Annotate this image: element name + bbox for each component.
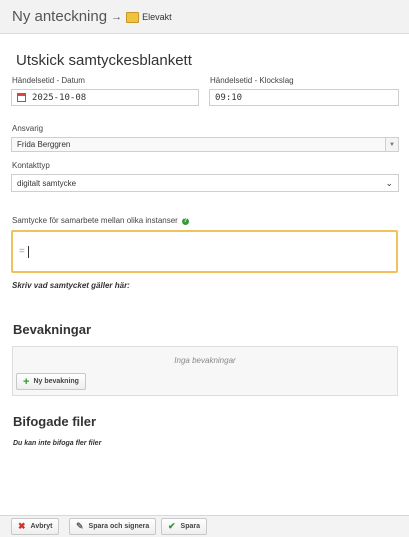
breadcrumb-arrow: → — [111, 10, 123, 23]
consent-text-value: = — [19, 246, 25, 257]
checkmark-icon: ✔ — [168, 521, 176, 531]
close-icon: ✖ — [18, 521, 26, 531]
calendar-icon[interactable] — [17, 93, 26, 102]
cancel-label: Avbryt — [30, 523, 53, 530]
save-label: Spara — [180, 523, 201, 530]
save-and-sign-button[interactable]: ✎ Spara och signera — [69, 518, 157, 535]
watches-empty-text: Inga bevakningar — [174, 356, 236, 365]
breadcrumb-elevakt[interactable]: Elevakt — [142, 12, 172, 22]
save-and-sign-label: Spara och signera — [88, 523, 150, 530]
help-icon[interactable]: ? — [181, 218, 189, 225]
date-field[interactable]: 2025-10-08 — [11, 89, 199, 106]
time-label: Händelsetid - Klockslag — [210, 76, 294, 85]
consent-label-text: Samtycke för samarbete mellan olika inst… — [12, 216, 178, 225]
responsible-select[interactable]: Frida Berggren ▼ — [11, 137, 399, 152]
attachments-note: Du kan inte bifoga fler filer — [13, 440, 102, 447]
watches-heading: Bevakningar — [13, 322, 92, 337]
text-caret — [27, 245, 29, 258]
dialog-title: Ny anteckning — [12, 8, 108, 25]
responsible-value: Frida Berggren — [17, 140, 71, 149]
plus-icon: + — [23, 375, 30, 388]
consent-hint: Skriv vad samtycket gäller här: — [12, 281, 130, 290]
cancel-button[interactable]: ✖ Avbryt — [11, 518, 60, 535]
chevron-down-icon[interactable]: ⌄ — [385, 178, 393, 189]
pencil-icon: ✎ — [76, 521, 84, 531]
time-value: 09:10 — [215, 92, 243, 103]
new-watch-button[interactable]: + Ny bevakning — [16, 373, 86, 390]
contact-type-label: Kontakttyp — [12, 161, 50, 170]
form-section-title: Utskick samtyckesblankett — [16, 52, 192, 69]
consent-textarea[interactable]: = — [11, 230, 398, 273]
dialog-titlebar: Ny anteckning → Elevakt — [0, 0, 409, 34]
contact-type-select[interactable]: digitalt samtycke ⌄ — [11, 174, 399, 192]
new-watch-label: Ny bevakning — [33, 378, 79, 385]
folder-icon — [126, 12, 140, 23]
save-button[interactable]: ✔ Spara — [161, 518, 208, 535]
consent-label: Samtycke för samarbete mellan olika inst… — [12, 216, 189, 226]
time-field[interactable]: 09:10 — [209, 89, 399, 106]
responsible-label: Ansvarig — [12, 124, 44, 133]
date-label: Händelsetid - Datum — [12, 76, 85, 85]
attachments-heading: Bifogade filer — [13, 414, 97, 429]
date-value: 2025-10-08 — [32, 92, 87, 103]
chevron-down-icon[interactable]: ▼ — [385, 138, 398, 151]
contact-type-value: digitalt samtycke — [17, 178, 77, 188]
